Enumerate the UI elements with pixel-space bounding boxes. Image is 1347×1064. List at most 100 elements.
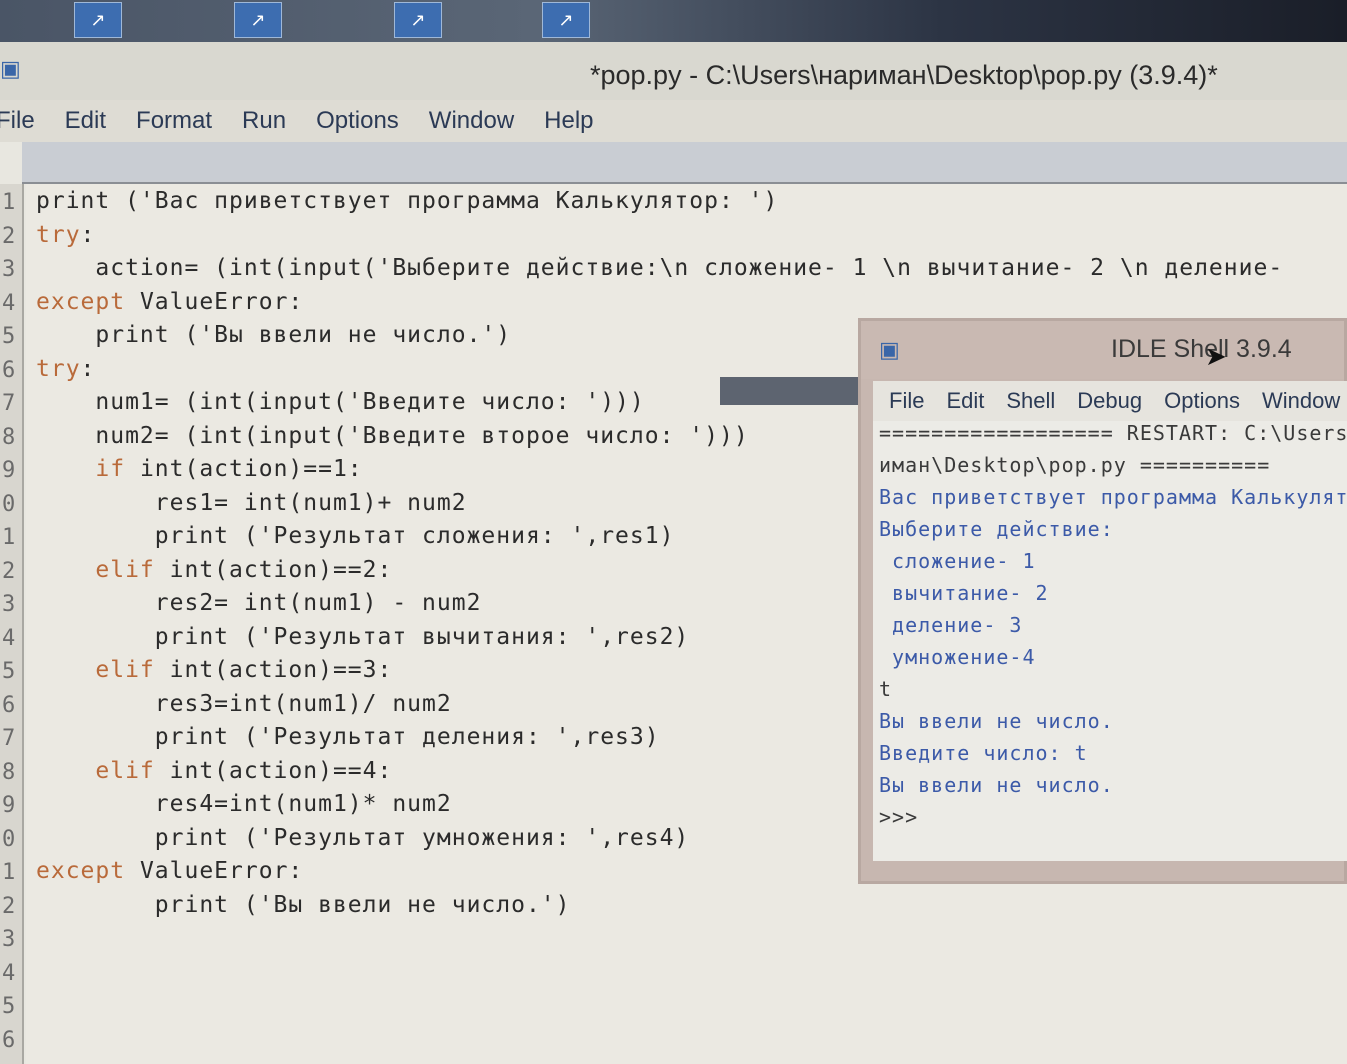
code-text: ValueError: — [125, 858, 304, 884]
mouse-pointer-icon: ➤ — [1205, 341, 1227, 371]
shell-menu-file[interactable]: File — [889, 388, 924, 414]
code-keyword: try — [36, 221, 81, 248]
shell-output-line: вычитание- 2 — [879, 581, 1049, 605]
code-text: : — [80, 355, 96, 382]
shell-menu-options[interactable]: Options — [1164, 388, 1240, 414]
code-line: num2= (int(input('Введите второе число: … — [36, 423, 749, 449]
code-text: int(action)==3: — [154, 657, 393, 683]
code-line: try: — [36, 356, 95, 382]
shell-prompt: >>> — [879, 805, 919, 829]
code-keyword: elif — [95, 556, 155, 583]
shell-output-line: Вы ввели не число. — [879, 773, 1114, 797]
shell-output-line: сложение- 1 — [879, 549, 1036, 573]
code-text: print ('Вы ввели не число.') — [36, 891, 571, 918]
code-text: print ('Результат деления: ',res3) — [36, 724, 660, 750]
menu-edit[interactable]: Edit — [65, 107, 106, 135]
code-text: print ('Вы ввели не число.') — [36, 322, 512, 348]
python-shell-icon: ▣ — [879, 337, 900, 362]
line-number: 6 — [2, 1027, 16, 1053]
code-text: res4=int(num1)* num2 — [36, 791, 452, 817]
taskbar-shortcut-icon[interactable]: ↗ — [542, 2, 590, 38]
code-text: res1= int(num1)+ num2 — [36, 489, 467, 516]
taskbar-shortcut-icon[interactable]: ↗ — [74, 2, 122, 38]
shell-menu-shell[interactable]: Shell — [1006, 388, 1055, 414]
code-keyword: except — [36, 858, 126, 884]
shell-menu-bar: File Edit Shell Debug Options Window — [873, 381, 1347, 421]
code-text: print ('Результат сложения: ',res1) — [36, 523, 675, 549]
menu-options[interactable]: Options — [316, 107, 399, 135]
menu-window[interactable]: Window — [429, 107, 514, 135]
line-number: 2 — [2, 223, 16, 249]
code-text: int(action)==4: — [154, 757, 393, 784]
editor-top-strip — [22, 142, 1347, 184]
shell-output-line: Вы ввели не число. — [879, 709, 1114, 733]
line-number: 9 — [2, 793, 16, 818]
line-number: 3 — [2, 927, 16, 952]
line-number: 1 — [2, 860, 16, 885]
code-line: elif int(action)==2: — [36, 557, 392, 583]
code-text: num1= (int(input('Введите число: '))) — [36, 389, 645, 415]
menu-file[interactable]: File — [0, 107, 35, 135]
line-number: 4 — [2, 625, 16, 651]
line-number: 0 — [2, 826, 16, 852]
menu-format[interactable]: Format — [136, 107, 212, 135]
code-line: print ('Вас приветствует программа Кальк… — [36, 188, 778, 214]
line-number: 5 — [2, 324, 16, 349]
line-number: 3 — [2, 592, 16, 617]
shell-title: IDLE Shell 3.9.4 — [1111, 335, 1292, 363]
code-line: print ('Результат вычитания: ',res2) — [36, 624, 689, 650]
code-text: print ('Результат вычитания: ',res2) — [36, 623, 690, 650]
code-text: res3=int(num1)/ num2 — [36, 690, 452, 717]
shell-menu-window[interactable]: Window — [1262, 388, 1340, 414]
code-line: res1= int(num1)+ num2 — [36, 490, 467, 516]
code-line: print ('Результат деления: ',res3) — [36, 724, 660, 750]
code-text: print ('Результат умножения: ',res4) — [36, 824, 690, 851]
menu-help[interactable]: Help — [544, 107, 593, 135]
line-number: 5 — [2, 994, 16, 1019]
line-number: 4 — [2, 960, 16, 986]
code-line: try: — [36, 222, 95, 248]
code-keyword: elif — [95, 657, 155, 683]
shell-output-line: Вас приветствует программа Калькулятор: — [879, 485, 1347, 509]
shell-menu-debug[interactable]: Debug — [1077, 388, 1142, 414]
line-number: 2 — [2, 893, 16, 919]
shell-output-line: Введите число: t — [879, 741, 1088, 765]
idle-shell-window[interactable]: ▣ IDLE Shell 3.9.4 ➤ File Edit Shell Deb… — [858, 318, 1347, 884]
shell-title-bar: ▣ IDLE Shell 3.9.4 ➤ — [861, 321, 1344, 379]
shell-output[interactable]: ================== RESTART: C:\Users\нар… — [873, 421, 1347, 861]
code-text: res2= int(num1) - num2 — [36, 590, 482, 616]
line-number: 1 — [2, 525, 16, 550]
taskbar-shortcut-icon[interactable]: ↗ — [394, 2, 442, 38]
line-number: 8 — [2, 759, 16, 785]
code-line: res3=int(num1)/ num2 — [36, 691, 452, 717]
line-number: 6 — [2, 357, 16, 383]
code-text: int(action)==2: — [154, 556, 393, 583]
line-number: 4 — [2, 290, 16, 316]
code-keyword: elif — [95, 757, 155, 784]
line-number: 9 — [2, 458, 16, 483]
line-number: 3 — [2, 257, 16, 282]
shell-output-line: Выберите действие: — [879, 517, 1114, 541]
code-line: elif int(action)==4: — [36, 758, 392, 784]
code-keyword: try — [36, 355, 81, 382]
code-line: except ValueError: — [36, 289, 303, 315]
taskbar-shortcut-icon[interactable]: ↗ — [234, 2, 282, 38]
line-number-gutter: 1 2 3 4 5 6 7 8 9 0 1 2 3 4 5 6 7 8 9 0 1 2 3 4 5 6 — [0, 184, 24, 1064]
shell-menu-edit[interactable]: Edit — [946, 388, 984, 414]
code-line: print ('Результат сложения: ',res1) — [36, 523, 674, 549]
code-line: elif int(action)==3: — [36, 657, 392, 683]
code-text: int(action)==1: — [125, 456, 363, 482]
code-line: res4=int(num1)* num2 — [36, 791, 452, 817]
code-line: print ('Вы ввели не число.') — [36, 892, 571, 918]
menu-run[interactable]: Run — [242, 107, 286, 135]
code-line: print ('Вы ввели не число.') — [36, 322, 511, 348]
code-line: except ValueError: — [36, 858, 303, 884]
code-text: : — [80, 221, 96, 248]
code-text: num2= (int(input('Введите второе число: … — [36, 422, 749, 449]
shell-output-line: иман\Desktop\pop.py ========== — [879, 453, 1271, 477]
code-line: res2= int(num1) - num2 — [36, 590, 481, 616]
shell-output-line: умножение-4 — [879, 645, 1036, 669]
